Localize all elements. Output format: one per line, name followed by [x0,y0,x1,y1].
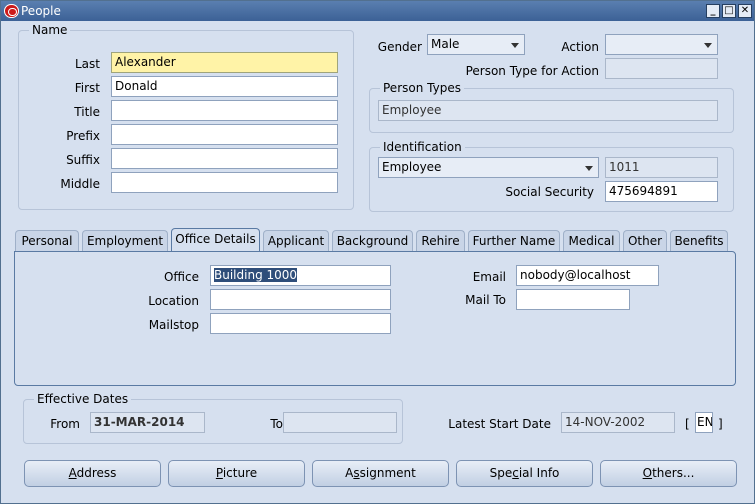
first-name-field[interactable]: Donald [111,76,338,97]
others-label: thers... [652,466,695,480]
identification-type-select[interactable]: Employee [378,157,599,178]
chevron-down-icon [704,43,712,48]
tab-medical[interactable]: Medical [563,230,620,252]
tab-other[interactable]: Other [623,230,667,252]
email-field[interactable]: nobody@localhost [516,265,659,286]
to-date-field[interactable] [283,412,397,433]
email-label: Email [472,270,506,284]
assignment-label: signment [359,466,416,480]
others-mnemonic: O [642,466,653,480]
tab-benefits[interactable]: Benefits [670,230,728,252]
mailstop-label: Mailstop [148,318,199,332]
special-info-mnemonic: c [512,466,519,480]
oracle-logo-icon [4,4,19,18]
assignment-button[interactable]: Assignment [312,460,449,487]
person-types-legend: Person Types [380,81,464,95]
bracket-open: [ [685,417,690,431]
mail-to-label: Mail To [465,293,506,307]
office-field[interactable]: Building 1000 [210,265,391,286]
action-select[interactable] [605,34,718,55]
social-security-label: Social Security [505,185,594,199]
prefix-label: Prefix [66,129,100,143]
location-label: Location [148,294,199,308]
tab-personal[interactable]: Personal [15,230,79,252]
language-field[interactable]: EN [695,412,713,433]
identification-legend: Identification [380,140,465,154]
employee-number-field[interactable]: 1011 [605,157,718,178]
gender-select[interactable]: Male [427,34,525,55]
address-label: ddress [76,466,117,480]
tab-office-details[interactable]: Office Details [171,228,260,253]
middle-label: Middle [60,177,100,191]
mail-to-field[interactable] [516,289,630,310]
office-value: Building 1000 [214,268,298,282]
person-type-for-action-label: Person Type for Action [465,64,599,78]
tab-further-name[interactable]: Further Name [468,230,560,252]
location-field[interactable] [210,289,391,310]
gender-label: Gender [377,40,422,54]
action-label: Action [561,40,599,54]
effective-dates-legend: Effective Dates [34,392,132,406]
last-name-field[interactable]: Alexander [111,52,338,73]
title-bar: People _ □ ✕ [1,1,754,21]
name-legend: Name [29,23,71,37]
people-window: People _ □ ✕ Name Last Alexander First D… [0,0,755,504]
bracket-close: ] [718,417,723,431]
prefix-field[interactable] [111,124,338,145]
from-label: From [50,417,80,431]
latest-start-date-label: Latest Start Date [448,417,551,431]
picture-button[interactable]: Picture [168,460,305,487]
others-button[interactable]: Others... [600,460,737,487]
identification-type-value: Employee [382,160,442,174]
to-label: To [270,417,283,431]
first-label: First [74,81,100,95]
tab-applicant[interactable]: Applicant [263,230,329,252]
minimize-icon[interactable]: _ [706,4,720,18]
suffix-label: Suffix [66,153,100,167]
gender-value: Male [431,37,460,51]
tab-background[interactable]: Background [332,230,413,252]
window-title: People [21,4,61,18]
latest-start-date-field[interactable]: 14-NOV-2002 [561,412,675,433]
from-date-field[interactable]: 31-MAR-2014 [90,412,205,433]
title-field[interactable] [111,100,338,121]
mailstop-field[interactable] [210,313,391,334]
chevron-down-icon [511,43,519,48]
picture-mnemonic: P [215,466,223,480]
title-label: Title [74,105,100,119]
chevron-down-icon [585,166,593,171]
social-security-field[interactable]: 475694891 [605,181,718,202]
suffix-field[interactable] [111,148,338,169]
address-button[interactable]: Address [24,460,161,487]
last-label: Last [75,57,100,71]
address-mnemonic: A [68,466,77,480]
special-info-label: ial Info [518,466,560,480]
tab-employment[interactable]: Employment [82,230,168,252]
middle-field[interactable] [111,172,338,193]
maximize-icon[interactable]: □ [722,4,736,18]
person-type-for-action-field[interactable] [605,58,718,79]
special-info-button[interactable]: Special Info [456,460,593,487]
office-label: Office [163,270,199,284]
picture-label: icture [222,466,258,480]
person-type-field[interactable]: Employee [378,100,718,121]
close-icon[interactable]: ✕ [738,4,752,18]
tab-rehire[interactable]: Rehire [416,230,465,252]
special-info-label-pre: Spe [489,466,513,480]
